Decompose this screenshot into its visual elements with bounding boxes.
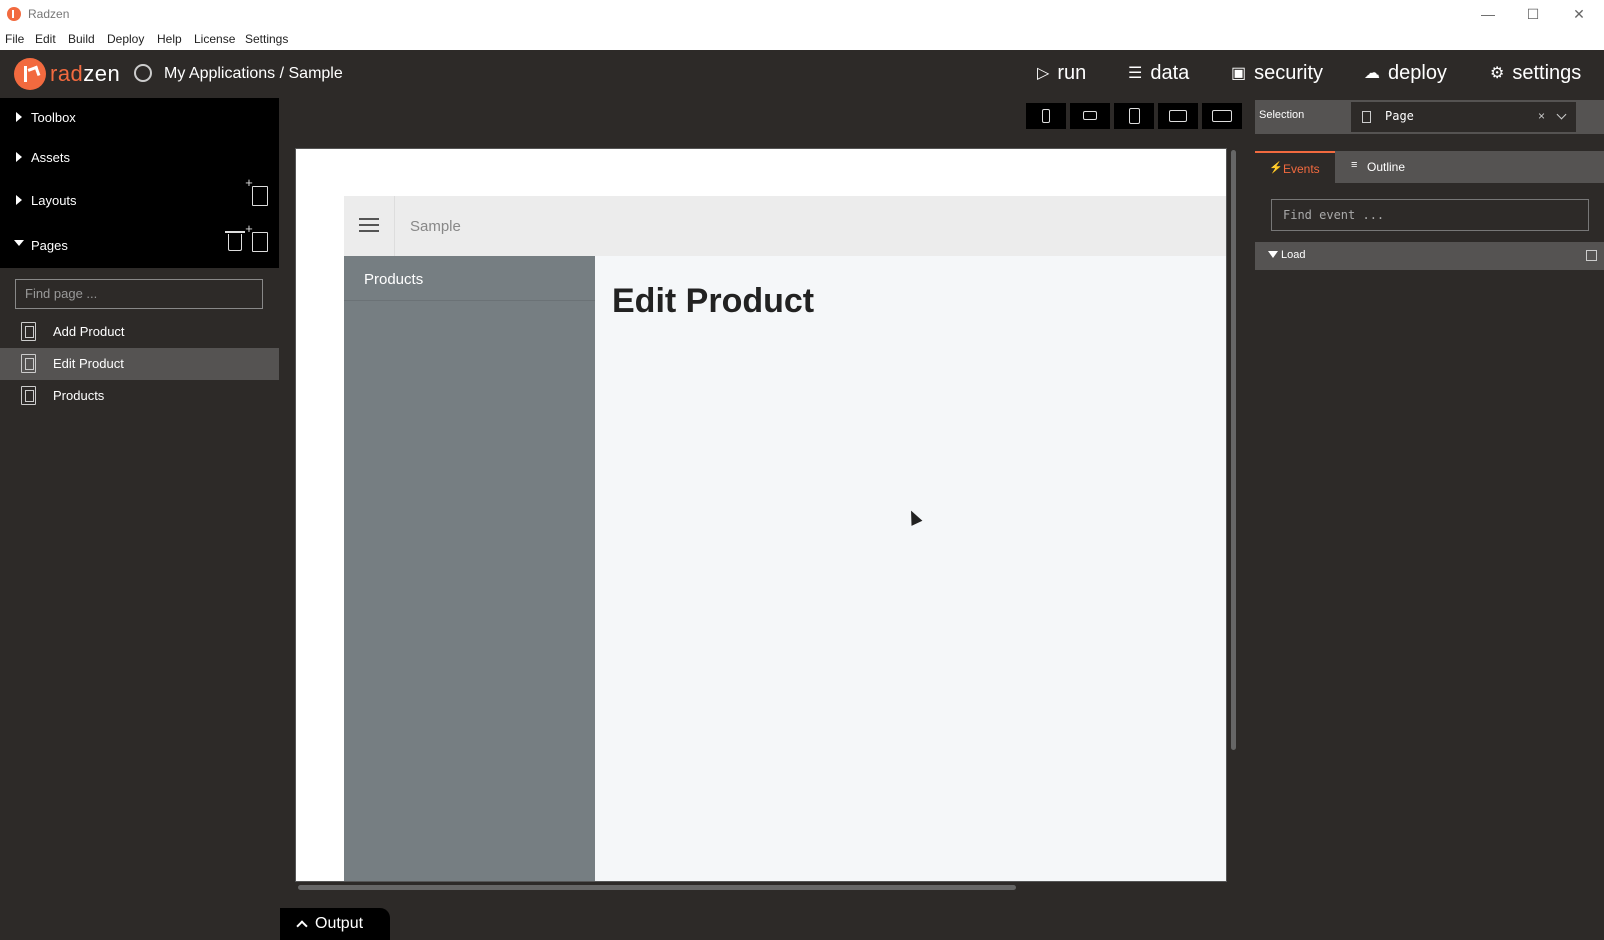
section-layouts[interactable]: Layouts <box>0 175 279 224</box>
header-divider <box>394 196 395 256</box>
maximize-icon[interactable]: ☐ <box>1510 0 1556 28</box>
find-event-input[interactable]: Find event ... <box>1271 199 1589 231</box>
laptop-icon[interactable] <box>1158 103 1198 129</box>
menu-help[interactable]: Help <box>157 32 182 46</box>
caret-right-icon <box>16 195 22 205</box>
output-tab[interactable]: Output <box>280 908 390 940</box>
phone-landscape-icon[interactable] <box>1070 103 1110 129</box>
bolt-icon: ⚡ <box>1269 162 1283 174</box>
chevron-up-icon <box>296 920 308 932</box>
menu-bar: File Edit Build Deploy Help License Sett… <box>0 28 1604 50</box>
radzen-logo-icon <box>7 7 21 21</box>
dashboard-icon[interactable] <box>134 64 152 82</box>
app-preview-title: Sample <box>410 218 461 235</box>
section-toolbox[interactable]: Toolbox <box>0 98 279 138</box>
menu-license[interactable]: License <box>194 32 235 46</box>
add-layout-icon[interactable] <box>245 175 268 206</box>
tablet-portrait-icon[interactable] <box>1114 103 1154 129</box>
event-load[interactable]: Load <box>1255 242 1604 270</box>
app-preview-sidebar[interactable]: Products <box>344 256 595 881</box>
design-canvas[interactable]: Sample Products Edit Product <box>295 148 1227 882</box>
caret-down-icon <box>1268 251 1278 258</box>
selection-label: Selection <box>1259 109 1305 121</box>
radzen-logo-icon[interactable] <box>14 58 46 90</box>
breadcrumb[interactable]: My Applications / Sample <box>164 65 343 83</box>
tab-events[interactable]: ⚡ Events <box>1255 151 1335 183</box>
section-pages[interactable]: Pages <box>0 221 279 268</box>
close-icon[interactable]: ✕ <box>1556 0 1602 28</box>
lock-icon: ▣ <box>1231 65 1247 82</box>
menu-edit[interactable]: Edit <box>35 32 56 46</box>
page-item-products[interactable]: Products <box>0 380 279 412</box>
edit-icon[interactable] <box>1586 250 1597 261</box>
tab-outline[interactable]: ≡ Outline <box>1335 151 1425 183</box>
hamburger-icon[interactable] <box>359 218 379 232</box>
caret-down-icon <box>14 240 24 246</box>
page-icon <box>1362 111 1371 123</box>
phone-portrait-icon[interactable] <box>1026 103 1066 129</box>
section-assets[interactable]: Assets <box>0 138 279 178</box>
window-title: Radzen <box>28 7 70 21</box>
menu-file[interactable]: File <box>5 32 24 46</box>
properties-tabs: ⚡ Events ≡ Outline <box>1255 151 1604 183</box>
app-header: radzen My Applications / Sample ▷ run ☰ da… <box>0 50 1604 98</box>
cloud-upload-icon: ☁ <box>1364 65 1380 82</box>
page-icon <box>21 354 36 373</box>
play-icon: ▷ <box>1037 65 1050 82</box>
trash-icon[interactable] <box>225 231 245 251</box>
brand-name: radzen <box>50 61 121 86</box>
selection-bar: Selection Page × <box>1255 100 1604 134</box>
vertical-scrollbar[interactable] <box>1231 150 1236 750</box>
security-button[interactable]: ▣ security <box>1231 62 1323 85</box>
page-icon <box>21 322 36 341</box>
caret-right-icon <box>16 152 22 162</box>
clear-selection-icon[interactable]: × <box>1538 109 1545 123</box>
app-preview-header[interactable]: Sample <box>344 196 1226 256</box>
app-preview-body[interactable]: Edit Product <box>595 256 1226 881</box>
settings-button[interactable]: ⚙ settings <box>1490 62 1581 85</box>
preview-nav-item-products[interactable]: Products <box>344 256 595 301</box>
layers-icon: ☰ <box>1128 65 1143 82</box>
gear-icon: ⚙ <box>1490 65 1505 82</box>
page-item-add-product[interactable]: Add Product <box>0 316 279 348</box>
left-sidebar: Toolbox Assets Layouts Pages Find page .… <box>0 98 279 940</box>
page-heading[interactable]: Edit Product <box>612 282 814 321</box>
title-bar: Radzen — ☐ ✕ <box>0 0 1604 28</box>
add-page-icon[interactable] <box>245 221 268 252</box>
outline-icon: ≡ <box>1351 159 1358 171</box>
menu-deploy[interactable]: Deploy <box>107 32 144 46</box>
selection-dropdown[interactable]: Page × <box>1351 102 1576 132</box>
caret-right-icon <box>16 112 22 122</box>
data-button[interactable]: ☰ data <box>1128 62 1189 85</box>
page-icon <box>21 386 36 405</box>
chevron-down-icon[interactable] <box>1556 109 1567 120</box>
menu-build[interactable]: Build <box>68 32 95 46</box>
menu-settings[interactable]: Settings <box>245 32 288 46</box>
horizontal-scrollbar[interactable] <box>298 885 1016 890</box>
deploy-button[interactable]: ☁ deploy <box>1364 62 1447 85</box>
run-button[interactable]: ▷ run <box>1037 62 1086 85</box>
page-item-edit-product[interactable]: Edit Product <box>0 348 279 380</box>
minimize-icon[interactable]: — <box>1465 0 1511 28</box>
find-page-input[interactable]: Find page ... <box>15 279 263 309</box>
desktop-icon[interactable] <box>1202 103 1242 129</box>
